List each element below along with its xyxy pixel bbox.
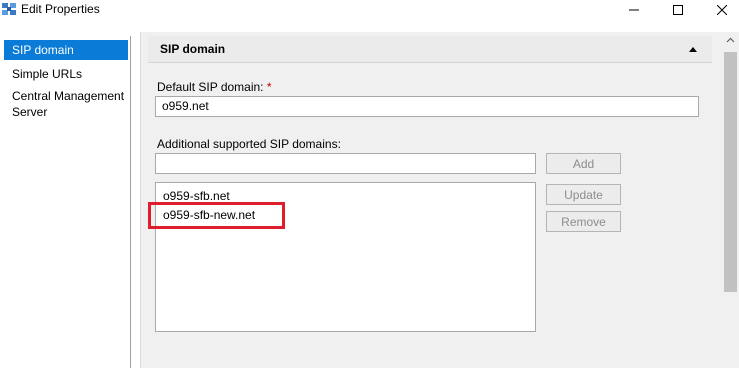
- update-button[interactable]: Update: [546, 184, 621, 205]
- minimize-button[interactable]: [612, 0, 656, 20]
- additional-domains-label: Additional supported SIP domains:: [157, 137, 341, 151]
- default-domain-label: Default SIP domain: *: [157, 80, 272, 94]
- section-title: SIP domain: [160, 42, 226, 56]
- nav-item-label: Central Management: [12, 89, 125, 103]
- required-marker: *: [266, 80, 272, 94]
- window-title: Edit Properties: [21, 2, 100, 16]
- app-icon: [2, 3, 16, 15]
- scroll-up-arrow-icon[interactable]: [726, 36, 735, 45]
- nav-item-sip-domain[interactable]: SIP domain: [4, 40, 128, 60]
- close-icon: [717, 5, 727, 15]
- maximize-button[interactable]: [656, 0, 700, 20]
- nav-item-simple-urls[interactable]: Simple URLs: [4, 64, 128, 84]
- nav-item-label: SIP domain: [12, 43, 74, 57]
- remove-button[interactable]: Remove: [546, 211, 621, 232]
- add-button[interactable]: Add: [546, 153, 621, 174]
- nav-pane: SIP domain Simple URLs Central Managemen…: [0, 36, 131, 368]
- section-header[interactable]: SIP domain: [148, 36, 712, 63]
- maximize-icon: [673, 5, 683, 15]
- nav-item-label: Simple URLs: [12, 67, 83, 81]
- minimize-icon: [629, 9, 639, 11]
- title-bar: Edit Properties: [0, 0, 739, 20]
- scrollbar-thumb[interactable]: [724, 52, 737, 292]
- close-button[interactable]: [700, 0, 739, 20]
- default-domain-label-text: Default SIP domain:: [157, 80, 264, 94]
- default-domain-input[interactable]: o959.net: [155, 96, 699, 117]
- vertical-scrollbar[interactable]: [722, 32, 739, 368]
- nav-item-central-management-server[interactable]: Central Management Server: [4, 86, 128, 122]
- nav-item-label-line2: Server: [12, 105, 48, 119]
- highlight-annotation-box: [148, 202, 285, 229]
- additional-domain-input[interactable]: [155, 153, 536, 174]
- collapse-arrow-icon[interactable]: [687, 43, 699, 55]
